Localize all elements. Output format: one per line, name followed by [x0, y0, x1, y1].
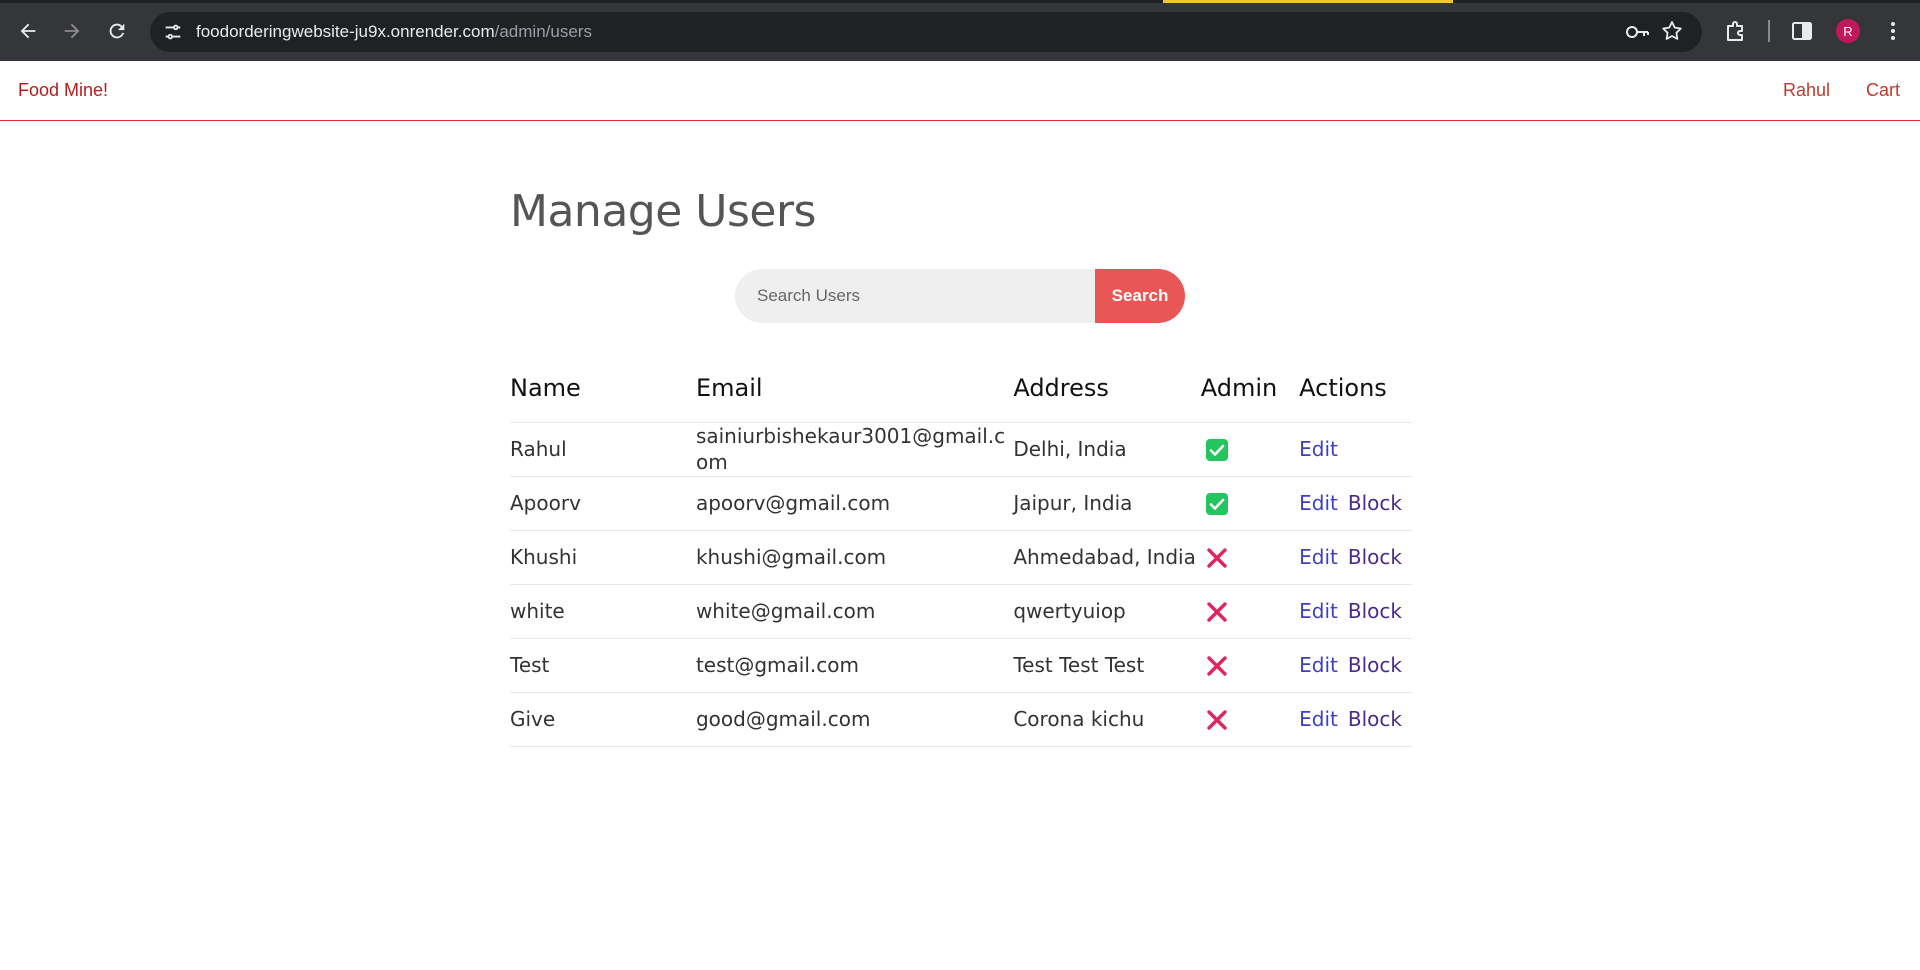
user-actions-cell: Edit Block: [1299, 584, 1412, 639]
users-table-body: Rahul sainiurbishekaur3001@gmail.com Delhi…: [510, 422, 1412, 747]
user-email-cell: sainiurbishekaur3001@gmail.com: [695, 422, 1014, 477]
search-button[interactable]: Search: [1095, 269, 1185, 323]
user-email-cell: apoorv@gmail.com: [695, 476, 1014, 531]
column-header-actions: Actions: [1299, 354, 1412, 423]
admin-check-icon: [1205, 492, 1229, 516]
table-row: Give good@gmail.com Corona kichu Edit Block: [510, 692, 1412, 747]
edit-user-link[interactable]: Edit: [1299, 437, 1338, 461]
column-header-name: Name: [510, 354, 696, 423]
user-name-cell: white: [510, 584, 696, 639]
site-info-icon[interactable]: [162, 21, 184, 43]
edit-user-link[interactable]: Edit: [1299, 599, 1338, 623]
column-header-email: Email: [695, 354, 1014, 423]
extensions-icon[interactable]: [1722, 17, 1750, 45]
reload-icon: [109, 23, 125, 39]
user-address-cell: Delhi, India: [1013, 422, 1201, 477]
edit-user-link[interactable]: Edit: [1299, 653, 1338, 677]
block-user-link[interactable]: Block: [1348, 545, 1402, 569]
user-admin-cell: [1200, 476, 1300, 531]
column-header-address: Address: [1013, 354, 1201, 423]
page-title: Manage Users: [510, 186, 816, 237]
table-row: Test test@gmail.com Test Test Test Edit Bloc…: [510, 638, 1412, 693]
user-address-cell: Ahmedabad, India: [1013, 530, 1201, 585]
block-user-link[interactable]: Block: [1348, 599, 1402, 623]
admin-check-icon: [1205, 438, 1229, 462]
user-address-cell: Test Test Test: [1013, 638, 1201, 693]
not-admin-cross-icon: [1205, 600, 1229, 624]
user-name-cell: Khushi: [510, 530, 696, 585]
table-row: white white@gmail.com qwertyuiop Edit Block: [510, 584, 1412, 639]
user-name-cell: Give: [510, 692, 696, 747]
kebab-menu-icon[interactable]: [1879, 17, 1907, 45]
edit-user-link[interactable]: Edit: [1299, 491, 1338, 515]
not-admin-cross-icon: [1205, 654, 1229, 678]
user-address-cell: Jaipur, India: [1013, 476, 1201, 531]
users-table: Name Email Address Admin Actions Rahul sa…: [510, 354, 1412, 747]
user-actions-cell: Edit Block: [1299, 476, 1412, 531]
forward-arrow-icon: [64, 23, 80, 39]
search-input[interactable]: [735, 269, 1097, 323]
browser-toolbar: foodorderingwebsite-ju9x.onrender.com/ad…: [0, 0, 1920, 61]
table-row: Rahul sainiurbishekaur3001@gmail.com Delhi…: [510, 422, 1412, 477]
forward-button[interactable]: [58, 17, 86, 45]
profile-avatar[interactable]: R: [1836, 19, 1860, 43]
bookmark-star-icon[interactable]: [1660, 19, 1684, 43]
url-host: foodorderingwebsite-ju9x.onrender.com: [196, 22, 495, 41]
side-panel-icon[interactable]: [1788, 17, 1816, 45]
user-admin-cell: [1200, 692, 1300, 747]
url-text[interactable]: foodorderingwebsite-ju9x.onrender.com/ad…: [196, 22, 592, 42]
user-email-cell: good@gmail.com: [695, 692, 1014, 747]
user-admin-cell: [1200, 584, 1300, 639]
column-header-admin: Admin: [1200, 354, 1300, 423]
user-admin-cell: [1200, 530, 1300, 585]
user-email-cell: white@gmail.com: [695, 584, 1014, 639]
back-button[interactable]: [14, 17, 42, 45]
edit-user-link[interactable]: Edit: [1299, 545, 1338, 569]
password-key-icon[interactable]: [1624, 21, 1650, 43]
user-name-cell: Test: [510, 638, 696, 693]
not-admin-cross-icon: [1205, 708, 1229, 732]
site-header: Food Mine! Rahul Cart: [0, 61, 1920, 121]
edit-user-link[interactable]: Edit: [1299, 707, 1338, 731]
not-admin-cross-icon: [1205, 546, 1229, 570]
table-row: Apoorv apoorv@gmail.com Jaipur, India Edit B…: [510, 476, 1412, 531]
user-actions-cell: Edit: [1299, 422, 1412, 477]
block-user-link[interactable]: Block: [1348, 707, 1402, 731]
user-name-cell: Rahul: [510, 422, 696, 477]
cart-link[interactable]: Cart: [1866, 80, 1900, 101]
user-address-cell: Corona kichu: [1013, 692, 1201, 747]
user-actions-cell: Edit Block: [1299, 638, 1412, 693]
block-user-link[interactable]: Block: [1348, 491, 1402, 515]
user-email-cell: khushi@gmail.com: [695, 530, 1014, 585]
user-admin-cell: [1200, 638, 1300, 693]
user-email-cell: test@gmail.com: [695, 638, 1014, 693]
search-bar: Search: [735, 269, 1185, 323]
active-tab-indicator: [1163, 0, 1453, 3]
toolbar-separator: [1768, 20, 1770, 42]
table-row: Khushi khushi@gmail.com Ahmedabad, India Ed…: [510, 530, 1412, 585]
user-profile-link[interactable]: Rahul: [1783, 80, 1830, 101]
table-header-row: Name Email Address Admin Actions: [510, 354, 1412, 423]
user-actions-cell: Edit Block: [1299, 530, 1412, 585]
reload-button[interactable]: [103, 17, 131, 45]
url-path: /admin/users: [494, 22, 592, 41]
user-address-cell: qwertyuiop: [1013, 584, 1201, 639]
brand-logo-link[interactable]: Food Mine!: [18, 80, 108, 101]
user-actions-cell: Edit Block: [1299, 692, 1412, 747]
address-bar[interactable]: foodorderingwebsite-ju9x.onrender.com/ad…: [150, 12, 1702, 52]
tab-strip: [0, 0, 1920, 3]
back-arrow-icon: [20, 23, 36, 39]
user-name-cell: Apoorv: [510, 476, 696, 531]
block-user-link[interactable]: Block: [1348, 653, 1402, 677]
user-admin-cell: [1200, 422, 1300, 477]
